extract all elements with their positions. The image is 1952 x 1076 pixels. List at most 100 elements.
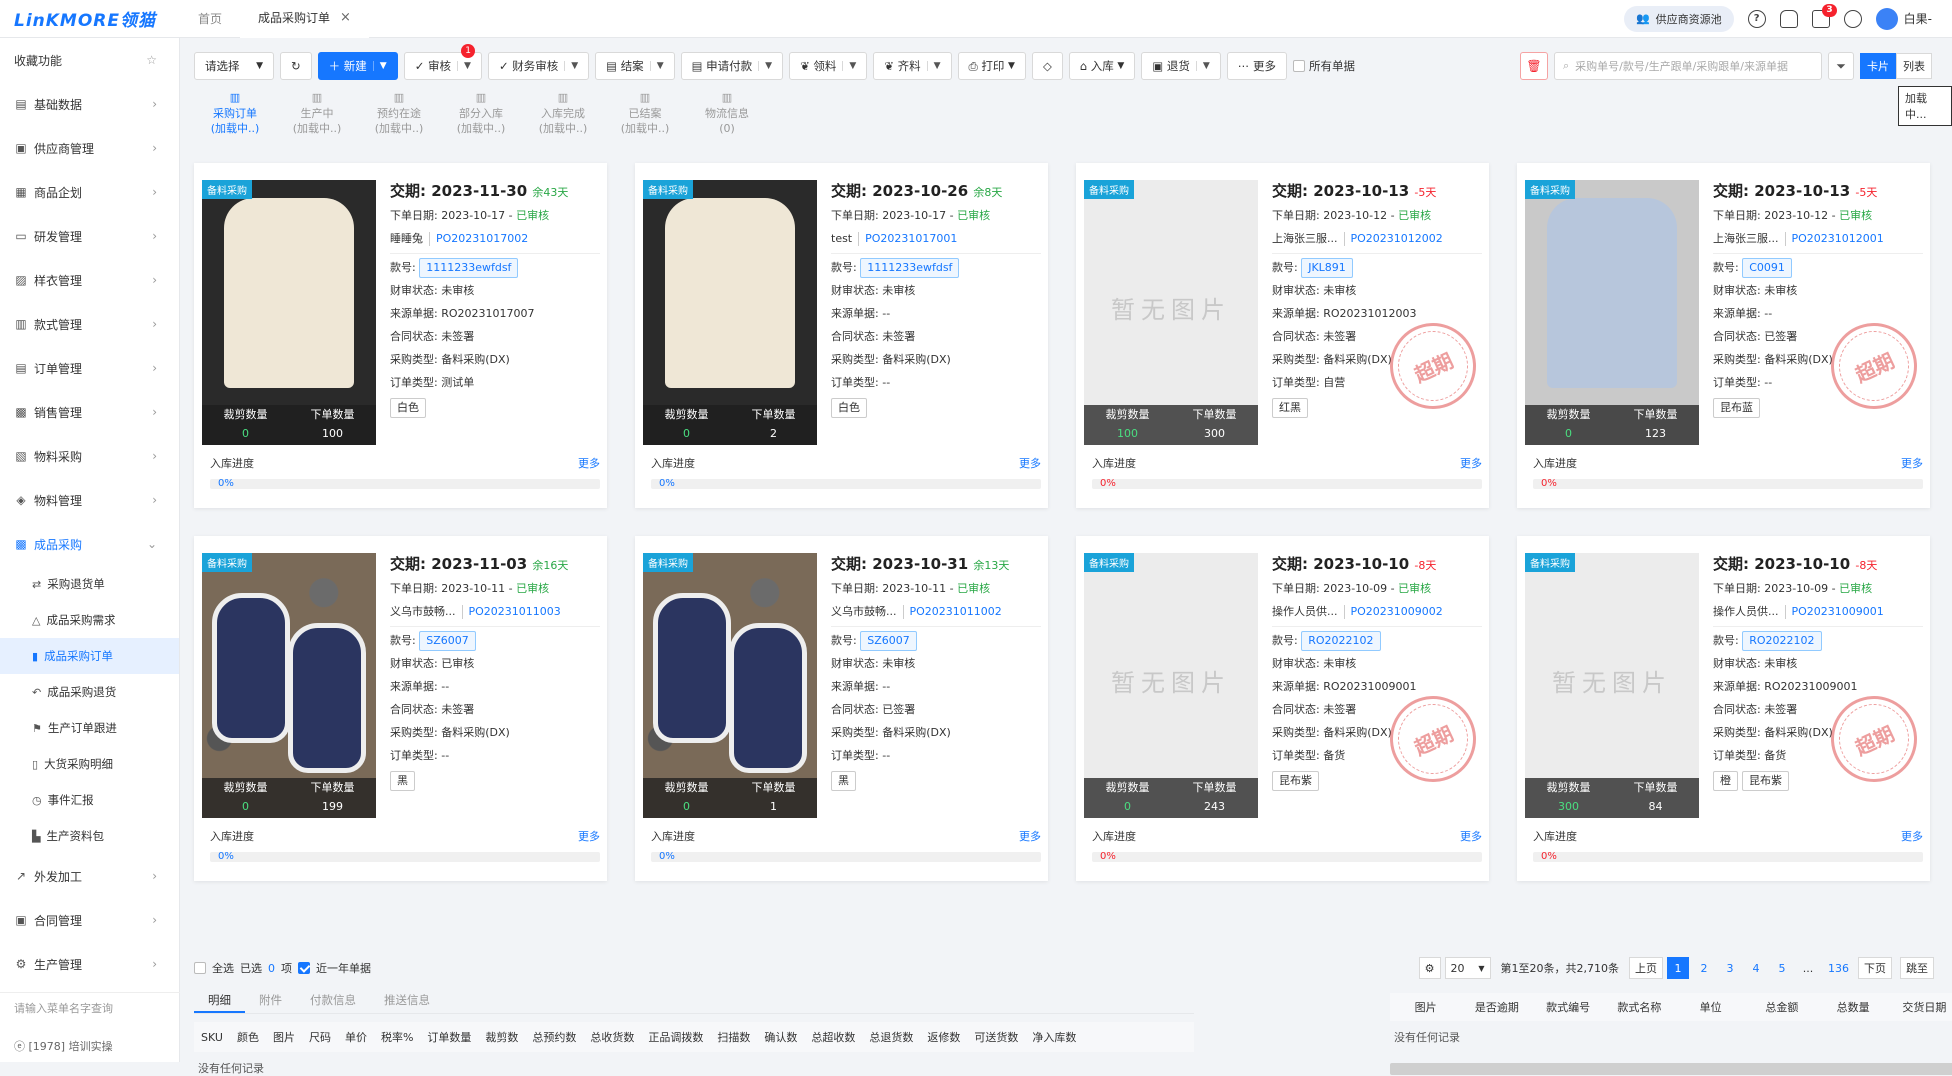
po-number-link[interactable]: PO20231012002 <box>1351 232 1443 245</box>
product-image[interactable]: 备料采购 裁剪数量 0 下单数量 123 <box>1525 180 1699 445</box>
chevron-down-icon[interactable]: ▼ <box>649 61 664 71</box>
chevron-down-icon[interactable]: ▼ <box>926 61 941 71</box>
product-image[interactable]: 暂无图片 备料采购 裁剪数量 100 下单数量 300 <box>1084 180 1258 445</box>
sidebar-item-basic-data[interactable]: ▤ 基础数据 › <box>0 82 179 126</box>
order-card[interactable]: 暂无图片 备料采购 裁剪数量 300 下单数量 84 交期: 2023-10-10 -8天下… <box>1517 536 1930 881</box>
jump-to-button[interactable]: 跳至 <box>1900 957 1934 979</box>
page-number-button[interactable]: 1 <box>1667 957 1689 979</box>
chevron-down-icon[interactable]: ▼ <box>758 61 772 71</box>
refresh-button[interactable]: ↻ <box>280 52 312 80</box>
sidebar-item-sales[interactable]: ▩ 销售管理 › <box>0 390 179 434</box>
po-number-link[interactable]: PO20231017002 <box>436 232 528 245</box>
help-icon[interactable]: ? <box>1747 9 1766 28</box>
status-filter-1[interactable]: ▥ 生产中 (加载中..) <box>276 90 358 136</box>
product-image[interactable]: 暂无图片 备料采购 裁剪数量 300 下单数量 84 <box>1525 553 1699 818</box>
sidebar-item-material[interactable]: ◈ 物料管理 › <box>0 478 179 522</box>
page-number-button[interactable]: ... <box>1797 957 1819 979</box>
more-link[interactable]: 更多 <box>1019 455 1041 471</box>
sidebar-item-supplier[interactable]: ▣ 供应商管理 › <box>0 126 179 170</box>
message-icon[interactable]: 3 <box>1811 3 1837 28</box>
tag-button[interactable]: ◇ <box>1031 52 1063 80</box>
detail-tab[interactable]: 附件 <box>245 988 296 1013</box>
status-filter-5[interactable]: ▥ 已结案 (加载中..) <box>604 90 686 136</box>
user-menu[interactable]: 白果- <box>1875 7 1932 30</box>
new-button[interactable]: ＋ 新建 ▼ <box>317 52 398 80</box>
close-order-button[interactable]: ▤ 结案 ▼ <box>595 52 675 80</box>
horizontal-scrollbar[interactable] <box>1390 1063 1952 1075</box>
detail-tab[interactable]: 付款信息 <box>296 988 370 1013</box>
print-button[interactable]: ⎙ 打印 ▼ <box>957 52 1026 80</box>
order-card[interactable]: 备料采购 裁剪数量 0 下单数量 199 交期: 2023-11-03 余16天 下单日期:… <box>194 536 607 881</box>
status-filter-3[interactable]: ▥ 部分入库 (加载中..) <box>440 90 522 136</box>
headset-icon[interactable] <box>1843 9 1862 28</box>
page-number-button[interactable]: 2 <box>1693 957 1715 979</box>
status-filter-4[interactable]: ▥ 入库完成 (加载中..) <box>522 90 604 136</box>
page-number-button[interactable]: 136 <box>1823 957 1854 979</box>
finance-audit-button[interactable]: ✓ 财务审核 ▼ <box>487 52 590 80</box>
audit-button[interactable]: ✓ 审核 ▼ 1 <box>403 44 482 80</box>
sidebar-item-contract[interactable]: ▣ 合同管理 › <box>0 898 179 942</box>
order-card[interactable]: 暂无图片 备料采购 裁剪数量 100 下单数量 300 交期: 2023-10-13 -5天… <box>1076 163 1489 508</box>
po-number-link[interactable]: PO20231017001 <box>865 232 957 245</box>
detail-tab[interactable]: 明细 <box>194 988 245 1013</box>
order-card[interactable]: 备料采购 裁剪数量 0 下单数量 2 交期: 2023-10-26 余8天 下单日期: 20… <box>635 163 1048 508</box>
trash-icon[interactable]: 🗑 <box>1520 52 1548 80</box>
product-image[interactable]: 备料采购 裁剪数量 0 下单数量 199 <box>202 553 376 818</box>
product-image[interactable]: 备料采购 裁剪数量 0 下单数量 1 <box>643 553 817 818</box>
style-code[interactable]: SZ6007 <box>419 631 476 651</box>
checkbox[interactable] <box>1292 60 1305 72</box>
sidebar-sub-production-follow[interactable]: ⚑ 生产订单跟进 <box>0 710 179 746</box>
po-number-link[interactable]: PO20231009002 <box>1351 605 1443 618</box>
more-link[interactable]: 更多 <box>578 828 600 844</box>
status-filter-0[interactable]: ▥ 采购订单 (加载中..) <box>194 90 276 136</box>
status-filter-2[interactable]: ▥ 预约在途 (加载中..) <box>358 90 440 136</box>
filter-icon[interactable]: ⏷ <box>1828 52 1854 80</box>
order-card[interactable]: 暂无图片 备料采购 裁剪数量 0 下单数量 243 交期: 2023-10-10 -8天 下单… <box>1076 536 1489 881</box>
po-number-link[interactable]: PO20231011002 <box>910 605 1002 618</box>
page-number-button[interactable]: 5 <box>1771 957 1793 979</box>
more-link[interactable]: 更多 <box>578 455 600 471</box>
product-image[interactable]: 备料采购 裁剪数量 0 下单数量 100 <box>202 180 376 445</box>
po-number-link[interactable]: PO20231009001 <box>1792 605 1884 618</box>
chevron-down-icon[interactable]: ▼ <box>457 61 471 71</box>
prev-page-button[interactable]: 上页 <box>1629 957 1663 979</box>
more-link[interactable]: 更多 <box>1019 828 1041 844</box>
all-orders-checkbox[interactable]: 所有单据 <box>1292 58 1355 74</box>
style-code[interactable]: RO2022102 <box>1301 631 1381 651</box>
sidebar-sub-material-pack[interactable]: ▙ 生产资料包 <box>0 818 179 854</box>
order-card[interactable]: 备料采购 裁剪数量 0 下单数量 100 交期: 2023-11-30 余43天 下单日期:… <box>194 163 607 508</box>
status-filter-6[interactable]: ▥ 物流信息 (0) <box>686 90 768 136</box>
pick-material-button[interactable]: ❦ 领料 ▼ <box>789 52 868 80</box>
order-card[interactable]: 备料采购 裁剪数量 0 下单数量 123 交期: 2023-10-13 -5天 下单日期: … <box>1517 163 1930 508</box>
star-icon[interactable]: ☆ <box>146 53 157 67</box>
style-code[interactable]: RO2022102 <box>1742 631 1822 651</box>
menu-search-input[interactable]: 请输入菜单名字查询 <box>0 992 180 1022</box>
sidebar-item-production[interactable]: ⚙ 生产管理 › <box>0 942 179 986</box>
sidebar-item-style[interactable]: ▥ 款式管理 › <box>0 302 179 346</box>
more-link[interactable]: 更多 <box>1901 455 1923 471</box>
search-input[interactable]: ⌕ 采购单号/款号/生产跟单/采购跟单/来源单据 <box>1554 52 1822 80</box>
list-view-button[interactable]: 列表 <box>1896 53 1932 79</box>
chevron-down-icon[interactable]: ▼ <box>372 61 387 71</box>
sidebar-item-planning[interactable]: ▦ 商品企划 › <box>0 170 179 214</box>
kit-material-button[interactable]: ❦ 齐料 ▼ <box>873 52 952 80</box>
sidebar-item-outsourcing[interactable]: ↗ 外发加工 › <box>0 854 179 898</box>
style-code[interactable]: C0091 <box>1742 258 1792 278</box>
payment-button[interactable]: ▤ 申请付款 ▼ <box>680 52 784 80</box>
sidebar-item-order[interactable]: ▤ 订单管理 › <box>0 346 179 390</box>
select-dropdown[interactable]: 请选择 ▼ <box>194 52 274 80</box>
close-icon[interactable]: × <box>340 10 351 25</box>
style-code[interactable]: 1111233ewfdsf <box>860 258 960 278</box>
po-number-link[interactable]: PO20231011003 <box>469 605 561 618</box>
style-code[interactable]: 1111233ewfdsf <box>419 258 519 278</box>
tab-purchase-order[interactable]: 成品采购订单 × <box>240 0 369 38</box>
pager-settings-icon[interactable]: ⚙ <box>1418 957 1441 979</box>
supplier-pool-button[interactable]: 👥 供应商资源池 <box>1623 5 1734 32</box>
bell-icon[interactable] <box>1779 9 1798 28</box>
chevron-down-icon[interactable]: ▼ <box>1195 61 1210 71</box>
card-view-button[interactable]: 卡片 <box>1860 53 1896 79</box>
style-code[interactable]: JKL891 <box>1301 258 1353 278</box>
sidebar-sub-purchase-return[interactable]: ↶ 成品采购退货 <box>0 674 179 710</box>
sidebar-item-product-purchase[interactable]: ▩ 成品采购 ⌄ <box>0 522 179 566</box>
product-image[interactable]: 暂无图片 备料采购 裁剪数量 0 下单数量 243 <box>1084 553 1258 818</box>
